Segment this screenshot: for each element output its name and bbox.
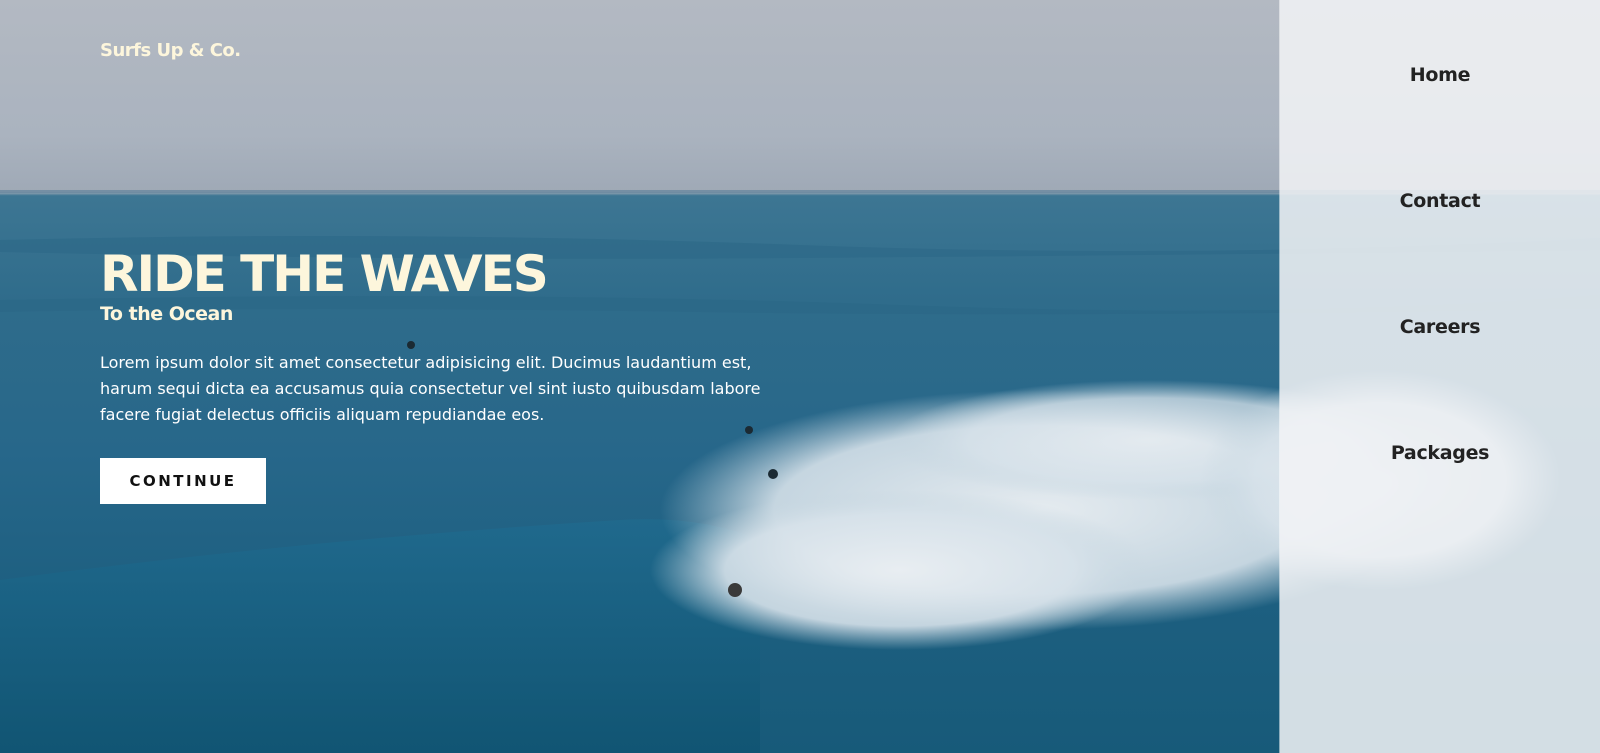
nav-link-careers[interactable]: Careers	[1400, 316, 1481, 338]
side-navigation: Home Contact Careers Packages	[1280, 0, 1600, 753]
nav-item-careers: Careers	[1280, 316, 1600, 338]
nav-link-contact[interactable]: Contact	[1400, 190, 1481, 212]
nav-link-home[interactable]: Home	[1410, 64, 1471, 86]
nav-item-contact: Contact	[1280, 190, 1600, 212]
hero-section: RIDE THE WAVES To the Ocean Lorem ipsum …	[100, 246, 800, 428]
surfer-figure	[728, 583, 742, 597]
hero-subtitle: To the Ocean	[100, 303, 233, 325]
nav-link-packages[interactable]: Packages	[1391, 442, 1490, 464]
nav-item-home: Home	[1280, 64, 1600, 86]
nav-item-packages: Packages	[1280, 442, 1600, 464]
brand-logo[interactable]: Surfs Up & Co.	[100, 40, 241, 61]
hero-title: RIDE THE WAVES	[100, 245, 549, 303]
surfer-figure	[768, 469, 778, 479]
hero-description: Lorem ipsum dolor sit amet consectetur a…	[100, 353, 761, 424]
landing-page: Surfs Up & Co. RIDE THE WAVES To the Oce…	[0, 0, 1600, 753]
continue-button[interactable]: CONTINUE	[100, 458, 266, 504]
